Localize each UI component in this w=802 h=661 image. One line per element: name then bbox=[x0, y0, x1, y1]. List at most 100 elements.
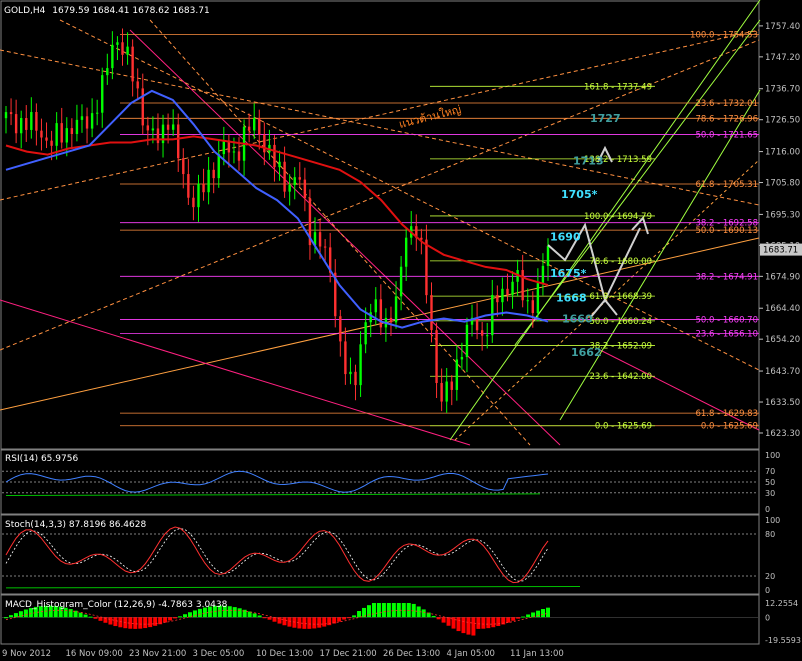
fib-right-label: 100.0 - 1754.53 bbox=[690, 31, 758, 41]
macd-histogram-bar bbox=[446, 617, 451, 626]
fib-mid-label: 78.6 - 1680.00 bbox=[589, 257, 652, 267]
time-axis: 9 Nov 2012 16 Nov 09:00 23 Nov 21:00 3 Dec … bbox=[2, 649, 564, 659]
candle-body bbox=[253, 118, 256, 131]
macd-histogram-bar bbox=[183, 614, 188, 618]
macd-histogram-bar bbox=[526, 614, 531, 618]
stoch-label: Stoch(14,3,3) 87.8196 86.4628 bbox=[5, 520, 146, 530]
price-tick-label: 1695.30 bbox=[765, 210, 800, 220]
candle-body bbox=[496, 294, 499, 303]
time-tick-label: 3 Dec 05:00 bbox=[193, 649, 245, 659]
macd-histogram-bar bbox=[83, 614, 88, 618]
price-tick-label: 1633.50 bbox=[765, 398, 800, 408]
candle-body bbox=[480, 330, 484, 336]
candle-body bbox=[404, 237, 408, 267]
fib-right-label: 61.8 - 1629.83 bbox=[695, 409, 758, 419]
arrow-head-mid bbox=[589, 298, 618, 319]
macd-histogram-bar bbox=[317, 617, 322, 628]
macd-histogram-bar bbox=[516, 617, 521, 619]
price-tick-label: 1757.40 bbox=[765, 22, 800, 32]
candle-body bbox=[293, 177, 296, 186]
fib-right-label: 0.0 - 1625.69 bbox=[701, 422, 758, 432]
macd-histogram-bar bbox=[307, 617, 312, 629]
candle-body bbox=[425, 239, 428, 296]
candle-body bbox=[445, 381, 448, 402]
rsi-label: RSI(14) 65.9756 bbox=[5, 454, 78, 464]
macd-histogram-bar bbox=[292, 617, 297, 628]
price-annotation: 1662 bbox=[571, 346, 602, 359]
price-tick-label: 1654.20 bbox=[765, 335, 800, 345]
candle-body bbox=[75, 119, 79, 135]
stoch-baseline bbox=[5, 586, 581, 589]
candle-body bbox=[60, 123, 63, 143]
macd-histogram-bar bbox=[262, 617, 267, 619]
candle-body bbox=[521, 270, 524, 301]
macd-label: MACD_Histogram_Color (12,26,9) -4.7863 3… bbox=[5, 600, 228, 610]
time-tick-label: 17 Dec 21:00 bbox=[320, 649, 377, 659]
orange-dashed-line bbox=[0, 29, 760, 201]
price-annotation: 1675* bbox=[550, 267, 587, 280]
price-tick-label: 1726.50 bbox=[765, 116, 800, 126]
macd-histogram-bar bbox=[366, 605, 371, 618]
candle-body bbox=[106, 68, 109, 76]
fib-mid-label: 23.6 - 1642.00 bbox=[589, 372, 652, 382]
stoch-main-line bbox=[5, 526, 549, 584]
chart-header: GOLD,H4 1679.59 1684.41 1678.62 1683.71 bbox=[4, 6, 210, 16]
macd-histogram-bar bbox=[431, 615, 436, 618]
candle-body bbox=[263, 134, 266, 153]
macd-histogram-bar bbox=[461, 617, 466, 634]
macd-histogram-bar bbox=[68, 609, 73, 618]
candle-body bbox=[258, 118, 261, 135]
candle-body bbox=[369, 312, 372, 323]
candle-body bbox=[4, 112, 8, 119]
candle-body bbox=[45, 137, 48, 141]
macd-histogram-bar bbox=[456, 617, 461, 632]
candle-body bbox=[486, 335, 489, 337]
fib-right-label: 61.8 - 1705.31 bbox=[695, 180, 758, 190]
candle-body bbox=[95, 112, 99, 114]
macd-histogram-bar bbox=[257, 615, 262, 618]
candle-body bbox=[349, 371, 352, 375]
candle-body bbox=[450, 381, 453, 390]
macd-histogram-bar bbox=[98, 617, 103, 621]
candle-body bbox=[151, 128, 155, 131]
candle-body bbox=[465, 324, 469, 357]
candle-body bbox=[50, 140, 53, 146]
price-tick-label: 1643.70 bbox=[765, 367, 800, 377]
stoch-tick-label: 0 bbox=[765, 586, 770, 595]
macd-histogram-bar bbox=[546, 607, 550, 618]
macd-histogram-bar bbox=[138, 617, 143, 629]
candle-body bbox=[288, 185, 291, 192]
macd-histogram-bar bbox=[486, 617, 491, 629]
macd-histogram-bar bbox=[178, 616, 183, 618]
macd-histogram-bar bbox=[4, 617, 8, 619]
fib-mid-label: 0.0 - 1625.69 bbox=[595, 422, 652, 432]
macd-histogram-bar bbox=[471, 617, 476, 636]
candle-body bbox=[501, 288, 504, 303]
macd-histogram-bar bbox=[88, 616, 93, 618]
macd-histogram-bar bbox=[496, 617, 501, 626]
candle-body bbox=[440, 382, 443, 402]
macd-histogram-bar bbox=[421, 609, 426, 618]
macd-histogram-bar bbox=[8, 615, 13, 618]
candle-body bbox=[111, 44, 114, 69]
time-tick-label: 4 Jan 05:00 bbox=[447, 649, 495, 659]
macd-histogram-bar bbox=[192, 610, 197, 618]
stoch-tick-label: 20 bbox=[765, 572, 775, 581]
candle-body bbox=[283, 161, 286, 192]
candle-body bbox=[273, 144, 276, 168]
candle-body bbox=[318, 232, 322, 247]
fib-mid-label: 161.8 - 1737.49 bbox=[584, 82, 652, 92]
macd-histogram-bar bbox=[302, 617, 307, 629]
macd-histogram-bar bbox=[173, 617, 178, 619]
price-tick-label: 1674.90 bbox=[765, 272, 800, 282]
candle-body bbox=[182, 158, 185, 175]
time-tick-label: 23 Nov 21:00 bbox=[129, 649, 186, 659]
candle-body bbox=[359, 344, 362, 386]
candle-body bbox=[399, 266, 403, 297]
candle-body bbox=[207, 169, 210, 193]
macd-histogram-bar bbox=[267, 617, 272, 620]
candle-body bbox=[121, 42, 124, 55]
candle-body bbox=[354, 371, 357, 386]
macd-tick-label: 0 bbox=[765, 613, 770, 622]
thai-resistance-label: แนวต้านใหญ่ bbox=[398, 103, 463, 131]
